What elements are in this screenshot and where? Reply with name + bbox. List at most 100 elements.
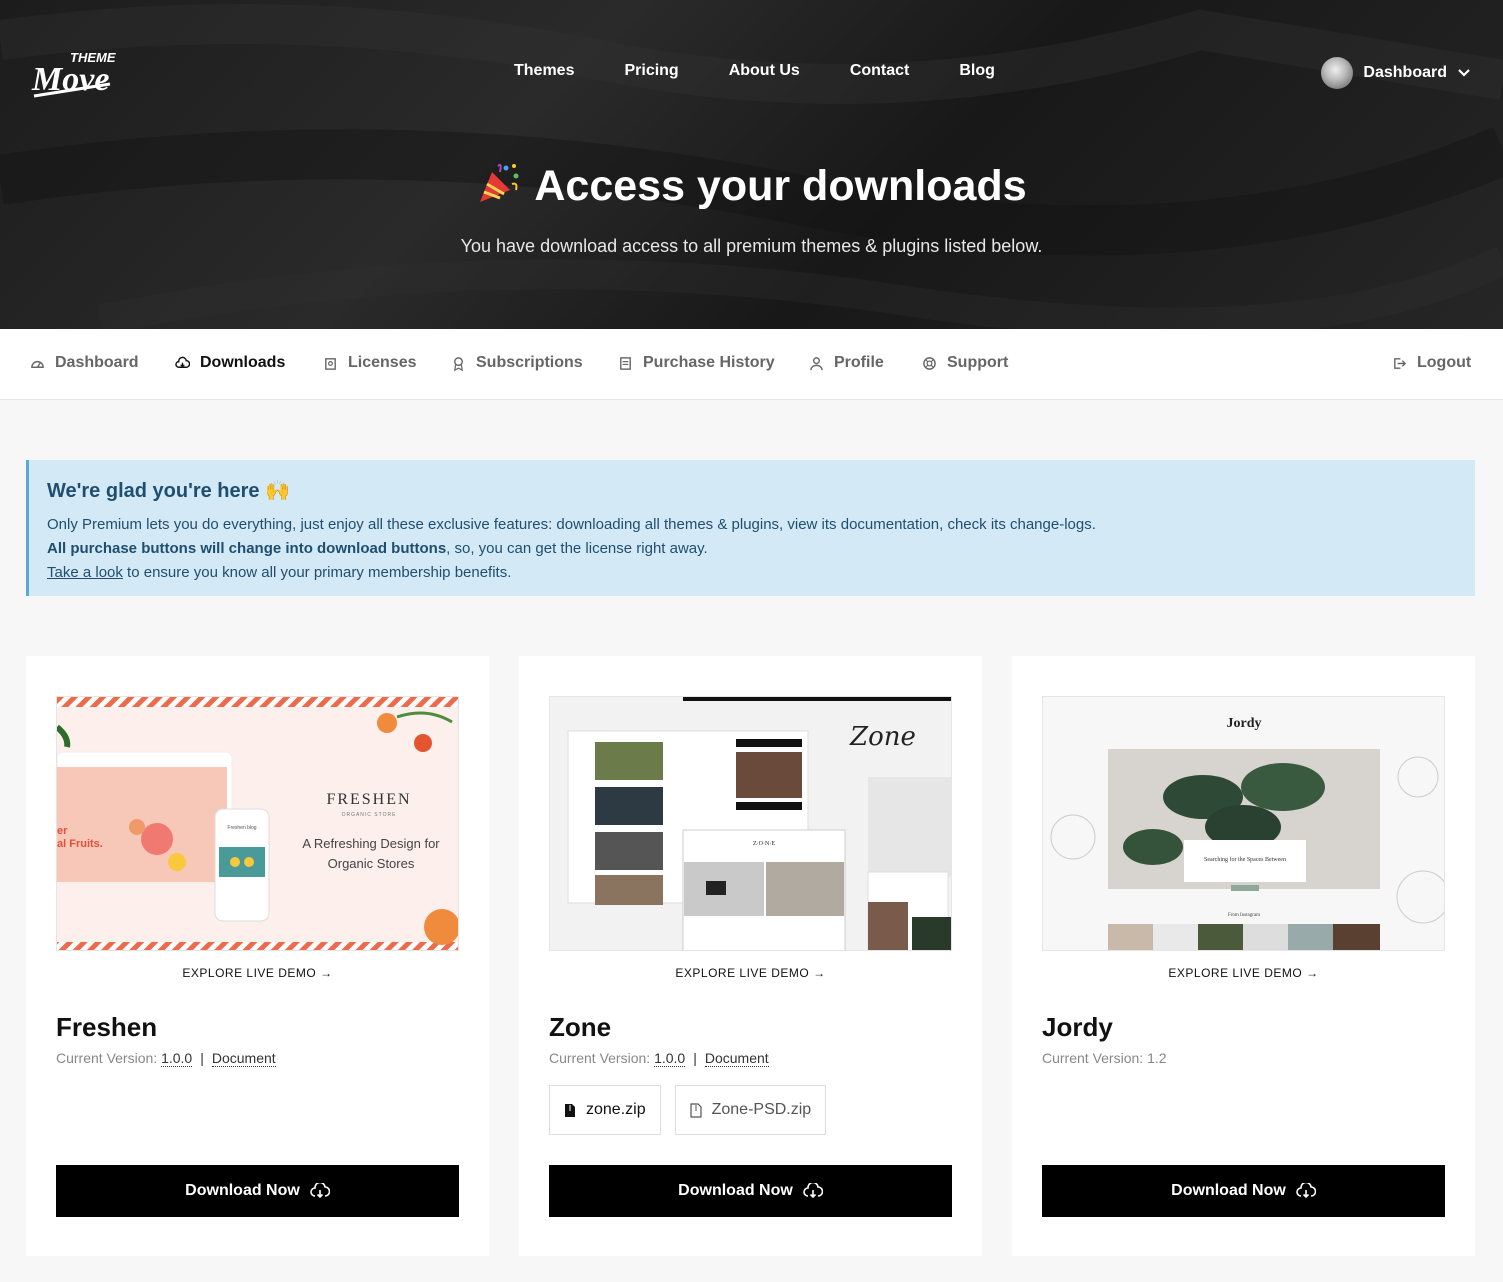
avatar — [1321, 57, 1354, 89]
download-now-button[interactable]: Download Now — [549, 1165, 952, 1217]
top-navigation: Themes Pricing About Us Contact Blog — [514, 62, 1045, 80]
zip-file-icon — [565, 1103, 575, 1117]
tab-label: Licenses — [348, 354, 417, 371]
user-menu[interactable]: Dashboard — [1321, 57, 1471, 89]
svg-text:Organic Stores: Organic Stores — [328, 856, 415, 871]
hero-banner: THEME Move Themes Pricing About Us Conta… — [0, 0, 1503, 329]
alert-line-2: All purchase buttons will change into do… — [47, 537, 1457, 561]
download-files: zone.zip Zone-PSD.zip — [549, 1085, 827, 1135]
file-name: zone.zip — [586, 1101, 646, 1118]
product-title: Jordy — [1042, 1012, 1113, 1042]
user-icon — [810, 356, 823, 370]
receipt-icon — [620, 356, 631, 370]
file-zone-psd-zip[interactable]: Zone-PSD.zip — [674, 1085, 827, 1135]
product-card-freshen: er al Fruits. Freshen blog FRESHEN ORGAN… — [26, 656, 489, 1256]
cloud-download-icon — [175, 356, 190, 368]
tab-purchase-history[interactable]: Purchase History — [618, 354, 775, 372]
award-icon — [453, 356, 464, 371]
tab-support[interactable]: Support — [922, 354, 1008, 372]
nav-blog[interactable]: Blog — [959, 62, 995, 80]
explore-live-demo-link[interactable]: EXPLORE LIVE DEMO → — [1012, 966, 1475, 980]
alert-title: We're glad you're here 🙌 — [47, 480, 291, 502]
document-link[interactable]: Document — [704, 1050, 769, 1067]
tab-profile[interactable]: Profile — [809, 354, 884, 372]
tab-dashboard[interactable]: Dashboard — [30, 354, 139, 372]
zone-preview-image: Zone Z·O·N·E — [550, 697, 951, 950]
meta-separator: | — [693, 1050, 697, 1066]
page-title: Access your downloads — [0, 160, 1503, 211]
explore-live-demo-link[interactable]: EXPLORE LIVE DEMO → — [519, 966, 982, 980]
tab-licenses[interactable]: Licenses — [323, 354, 416, 372]
alert-line-3-rest: to ensure you know all your primary memb… — [122, 564, 512, 581]
account-tabs: Dashboard Downloads Licenses Subscriptio… — [0, 329, 1503, 400]
logout-label: Logout — [1417, 354, 1472, 371]
svg-text:Jordy: Jordy — [1227, 716, 1262, 731]
version-value[interactable]: 1.0.0 — [161, 1050, 193, 1067]
cloud-download-icon — [803, 1183, 823, 1199]
svg-text:al Fruits.: al Fruits. — [57, 838, 103, 850]
product-card-zone: Zone Z·O·N·E EXPLORE LIVE DEMO → Zone Cu… — [519, 656, 982, 1256]
logout-button[interactable]: Logout — [1392, 354, 1471, 372]
tab-downloads[interactable]: Downloads — [175, 354, 285, 372]
zip-file-icon — [689, 1102, 702, 1118]
thememove-logo[interactable]: THEME Move — [30, 44, 118, 102]
tab-label: Dashboard — [55, 354, 139, 371]
page-title-text: Access your downloads — [534, 162, 1027, 210]
download-now-label: Download Now — [185, 1182, 300, 1199]
chevron-down-icon — [1458, 69, 1470, 77]
product-thumbnail[interactable]: Zone Z·O·N·E — [549, 696, 952, 951]
svg-text:Searching for the Spaces Betwe: Searching for the Spaces Between — [1204, 856, 1286, 863]
svg-text:Zone: Zone — [849, 722, 916, 752]
page-subtitle: You have download access to all premium … — [460, 236, 1043, 256]
alert-line-2-rest: , so, you can get the license right away… — [446, 540, 708, 557]
version-label: Current Version: — [549, 1050, 651, 1066]
logout-icon — [1394, 357, 1407, 369]
explore-live-demo-link[interactable]: EXPLORE LIVE DEMO → — [26, 966, 489, 980]
svg-text:From Instagram: From Instagram — [1228, 913, 1260, 918]
nav-pricing[interactable]: Pricing — [624, 62, 678, 80]
download-now-button[interactable]: Download Now — [56, 1165, 459, 1217]
cloud-download-icon — [1296, 1183, 1316, 1199]
nav-themes[interactable]: Themes — [514, 62, 574, 80]
product-meta: Current Version: 1.0.0 | Document — [549, 1050, 769, 1067]
version-value[interactable]: 1.0.0 — [654, 1050, 686, 1067]
alert-line-1: Only Premium lets you do everything, jus… — [47, 516, 1096, 533]
file-name: Zone-PSD.zip — [711, 1101, 812, 1118]
tab-label: Profile — [834, 354, 884, 371]
version-value: 1.2 — [1147, 1050, 1167, 1066]
tab-label: Subscriptions — [476, 354, 583, 371]
download-now-button[interactable]: Download Now — [1042, 1165, 1445, 1217]
version-label: Current Version: — [1042, 1050, 1144, 1066]
product-thumbnail[interactable]: Jordy Searching for the Spaces Between F… — [1042, 696, 1445, 951]
product-title: Zone — [549, 1012, 612, 1042]
version-label: Current Version: — [56, 1050, 158, 1066]
tab-subscriptions[interactable]: Subscriptions — [451, 354, 583, 372]
product-thumbnail[interactable]: er al Fruits. Freshen blog FRESHEN ORGAN… — [56, 696, 459, 951]
nav-contact[interactable]: Contact — [850, 62, 910, 80]
jordy-preview-image: Jordy Searching for the Spaces Between F… — [1043, 697, 1444, 950]
svg-text:er: er — [57, 825, 68, 837]
cloud-download-icon — [310, 1183, 330, 1199]
freshen-preview-image: er al Fruits. Freshen blog FRESHEN ORGAN… — [57, 697, 458, 950]
download-now-label: Download Now — [1171, 1182, 1286, 1199]
user-menu-label: Dashboard — [1363, 64, 1447, 81]
product-title: Freshen — [56, 1012, 158, 1042]
tab-label: Support — [947, 354, 1009, 371]
tab-label: Purchase History — [643, 354, 775, 371]
alert-line-3: Take a look to ensure you know all your … — [47, 561, 1457, 585]
nav-about-us[interactable]: About Us — [729, 62, 800, 80]
license-icon — [325, 357, 336, 370]
product-card-jordy: Jordy Searching for the Spaces Between F… — [1012, 656, 1475, 1256]
lifebuoy-icon — [923, 356, 936, 370]
tab-label: Downloads — [200, 354, 286, 371]
party-popper-icon — [480, 163, 519, 202]
product-meta: Current Version: 1.2 — [1042, 1050, 1167, 1066]
document-link[interactable]: Document — [211, 1050, 276, 1067]
svg-text:Move: Move — [31, 61, 109, 98]
file-zone-zip[interactable]: zone.zip — [549, 1085, 661, 1135]
svg-text:Freshen blog: Freshen blog — [227, 825, 256, 831]
dashboard-icon — [31, 360, 44, 368]
product-meta: Current Version: 1.0.0 | Document — [56, 1050, 276, 1067]
meta-separator: | — [200, 1050, 204, 1066]
take-a-look-link[interactable]: Take a look — [47, 564, 123, 581]
